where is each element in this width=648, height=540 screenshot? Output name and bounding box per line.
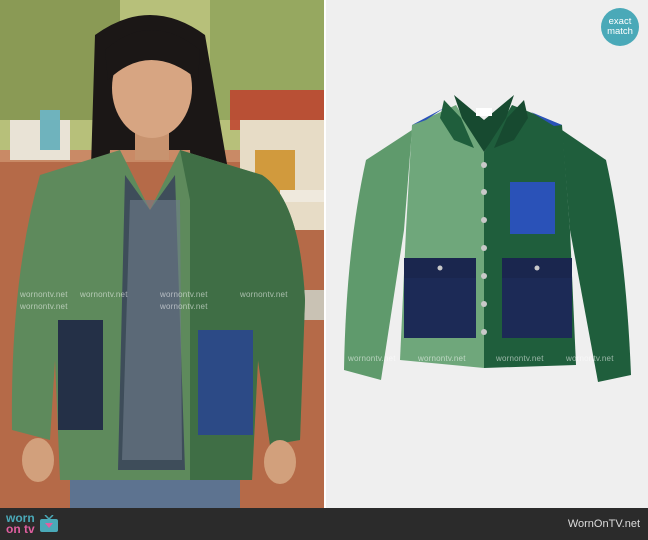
- watermark: wornontv.net: [160, 290, 208, 299]
- wornontv-logo[interactable]: worn on tv: [6, 512, 59, 536]
- watermark: wornontv.net: [418, 354, 466, 363]
- watermark: wornontv.net: [80, 290, 128, 299]
- jacket-product-illustration: [326, 0, 648, 508]
- worn-photo-illustration: [0, 0, 324, 508]
- site-name[interactable]: WornOnTV.net: [568, 518, 640, 530]
- product-photo: exact match wornontv.net wornontv.net wo…: [326, 0, 648, 508]
- exact-match-badge: exact match: [601, 8, 639, 46]
- watermark: wornontv.net: [20, 302, 68, 311]
- watermark: wornontv.net: [496, 354, 544, 363]
- watermark: wornontv.net: [20, 290, 68, 299]
- watermark: wornontv.net: [566, 354, 614, 363]
- watermark: wornontv.net: [348, 354, 396, 363]
- watermark: wornontv.net: [240, 290, 288, 299]
- badge-line-2: match: [607, 26, 633, 37]
- watermark: wornontv.net: [160, 302, 208, 311]
- tv-icon: [39, 515, 58, 532]
- footer-bar: worn on tv WornOnTV.net: [0, 508, 648, 540]
- worn-photo: wornontv.net wornontv.net wornontv.net w…: [0, 0, 324, 508]
- logo-bottom: on tv: [6, 522, 35, 536]
- logo-text: worn on tv: [6, 512, 35, 536]
